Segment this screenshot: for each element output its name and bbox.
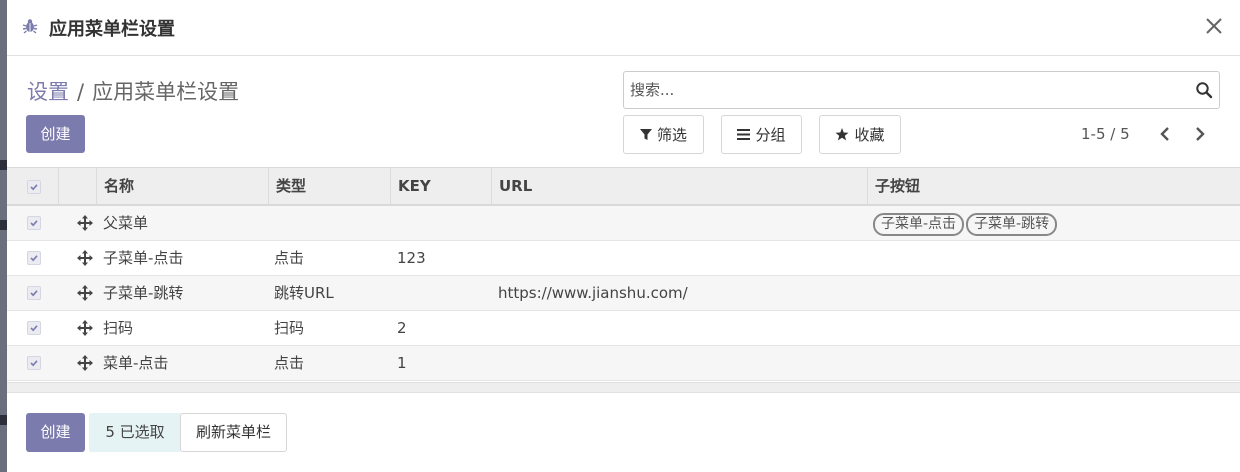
background-mark: [0, 160, 7, 170]
background-mark: [0, 220, 7, 230]
search-input[interactable]: [630, 73, 1170, 107]
column-header-name[interactable]: 名称: [96, 168, 268, 205]
column-header-key[interactable]: KEY: [390, 168, 491, 205]
row-checkbox[interactable]: [27, 321, 41, 335]
table-footer-band: [7, 382, 1240, 392]
column-header-url[interactable]: URL: [491, 168, 867, 205]
row-key: 2: [397, 319, 407, 337]
table-row[interactable]: 子菜单-跳转 跳转URL https://www.jianshu.com/: [7, 276, 1240, 311]
pager-value[interactable]: 1-5 / 5: [1081, 125, 1130, 143]
footer-divider: [7, 392, 1240, 393]
table-row[interactable]: 菜单-点击 点击 1: [7, 346, 1240, 381]
footer-create-button[interactable]: 创建: [26, 413, 85, 452]
table-header: 名称 类型 KEY URL 子按钮: [7, 167, 1240, 206]
row-checkbox[interactable]: [27, 216, 41, 230]
drag-handle-icon[interactable]: [76, 249, 94, 267]
column-header-children[interactable]: 子按钮: [867, 168, 1240, 205]
child-menu-tag[interactable]: 子菜单-点击: [873, 213, 965, 236]
row-name: 子菜单-点击: [103, 249, 184, 267]
create-button[interactable]: 创建: [26, 115, 85, 153]
group-by-button[interactable]: 分组: [721, 115, 802, 154]
dialog-title: 应用菜单栏设置: [49, 19, 175, 40]
breadcrumb-separator: /: [77, 80, 85, 104]
child-menu-tag[interactable]: 子菜单-跳转: [966, 213, 1058, 236]
filter-icon: [639, 128, 652, 140]
row-checkbox[interactable]: [27, 286, 41, 300]
filter-button[interactable]: 筛选: [623, 115, 704, 154]
bug-icon: [22, 19, 38, 34]
menu-table: 名称 类型 KEY URL 子按钮 父菜单 子菜单-点击 子菜单-跳转 子菜单-点…: [7, 167, 1240, 381]
row-name: 子菜单-跳转: [103, 284, 184, 302]
chevron-left-icon[interactable]: [1158, 124, 1172, 144]
row-type: 点击: [274, 354, 305, 372]
row-checkbox[interactable]: [27, 356, 41, 370]
select-all-checkbox[interactable]: [27, 180, 41, 194]
breadcrumb: 设置 / 应用菜单栏设置: [27, 76, 239, 106]
column-header-type[interactable]: 类型: [268, 168, 390, 205]
chevron-right-icon[interactable]: [1193, 124, 1207, 144]
table-row[interactable]: 子菜单-点击 点击 123: [7, 241, 1240, 276]
list-icon: [737, 129, 751, 140]
drag-handle-icon[interactable]: [76, 284, 94, 302]
menu-settings-dialog: 应用菜单栏设置 设置 / 应用菜单栏设置 创建 筛选 分组 收藏 1-5 / 5: [7, 0, 1240, 472]
dialog-header: 应用菜单栏设置: [7, 0, 1240, 56]
filter-label: 筛选: [656, 126, 687, 144]
favorites-label: 收藏: [854, 126, 885, 144]
refresh-menu-button[interactable]: 刷新菜单栏: [180, 413, 287, 452]
group-by-label: 分组: [755, 126, 786, 144]
search-icon[interactable]: [1195, 81, 1213, 99]
drag-handle-icon[interactable]: [76, 214, 94, 232]
breadcrumb-parent-link[interactable]: 设置: [27, 80, 69, 104]
row-name: 扫码: [103, 319, 134, 337]
row-url: https://www.jianshu.com/: [498, 284, 688, 302]
handle-column-header: [58, 168, 96, 205]
breadcrumb-current: 应用菜单栏设置: [92, 80, 240, 104]
row-name: 菜单-点击: [103, 354, 169, 372]
row-key: 1: [397, 354, 407, 372]
selected-count-badge: 5 已选取: [89, 413, 181, 452]
row-type: 扫码: [274, 319, 305, 337]
favorites-button[interactable]: 收藏: [819, 115, 901, 154]
row-key: 123: [397, 249, 426, 267]
row-type: 点击: [274, 249, 305, 267]
row-name: 父菜单: [103, 214, 149, 232]
table-row[interactable]: 扫码 扫码 2: [7, 311, 1240, 346]
row-type: 跳转URL: [274, 284, 334, 302]
row-children: 子菜单-点击 子菜单-跳转: [873, 206, 1059, 241]
drag-handle-icon[interactable]: [76, 319, 94, 337]
star-icon: [835, 128, 849, 141]
drag-handle-icon[interactable]: [76, 354, 94, 372]
background-mark: [0, 415, 7, 425]
row-checkbox[interactable]: [27, 251, 41, 265]
table-row[interactable]: 父菜单 子菜单-点击 子菜单-跳转: [7, 206, 1240, 241]
close-icon[interactable]: [1204, 14, 1224, 38]
background-edge: [0, 0, 7, 472]
search-box: [623, 71, 1220, 109]
